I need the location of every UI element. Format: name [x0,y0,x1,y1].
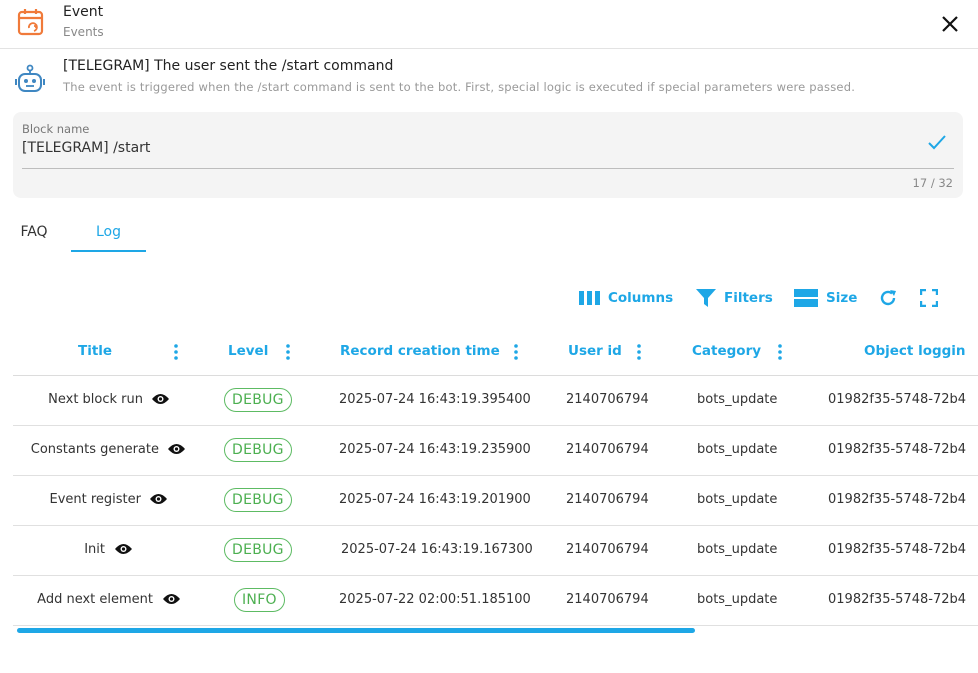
row-title: Event register [49,492,141,507]
size-label: Size [826,290,858,306]
check-icon[interactable] [927,132,947,152]
row-category: bots_update [697,542,778,557]
row-object: 01982f35-5748-72b4 [828,392,967,407]
column-header-category[interactable]: Category [692,330,761,376]
eye-icon[interactable] [162,592,181,606]
eye-icon[interactable] [149,492,168,506]
table-row[interactable]: Next block run DEBUG 2025-07-24 16:43:19… [13,376,978,426]
filters-label: Filters [724,290,773,306]
table-row[interactable]: Event register DEBUG 2025-07-24 16:43:19… [13,476,978,526]
row-user-id: 2140706794 [566,542,649,557]
row-user-id: 2140706794 [566,592,649,607]
filters-button[interactable]: Filters [696,286,773,310]
row-object: 01982f35-5748-72b4 [828,492,967,507]
calendar-sync-icon [17,9,44,36]
row-time: 2025-07-22 02:00:51.185100 [339,592,531,607]
table-toolbar: Columns Filters Size [576,286,978,310]
event-info: [TELEGRAM] The user sent the /start comm… [0,50,978,106]
row-time: 2025-07-24 16:43:19.167300 [341,542,533,557]
tab-faq[interactable]: FAQ [8,212,60,252]
columns-icon [579,291,600,305]
block-name-input[interactable] [22,140,902,156]
row-title: Constants generate [30,442,159,457]
row-time: 2025-07-24 16:43:19.235900 [339,442,531,457]
block-name-label: Block name [22,122,90,136]
fullscreen-icon [920,289,938,307]
row-title: Next block run [48,392,143,407]
density-icon [794,289,818,307]
column-menu-icon[interactable] [283,343,293,361]
row-user-id: 2140706794 [566,442,649,457]
table-header: Title Level Record creation time User id… [13,330,978,376]
eye-icon[interactable] [151,392,170,406]
row-user-id: 2140706794 [566,392,649,407]
row-time: 2025-07-24 16:43:19.395400 [339,392,531,407]
refresh-icon [880,290,896,306]
filter-icon [696,289,716,307]
row-user-id: 2140706794 [566,492,649,507]
row-category: bots_update [697,492,778,507]
level-badge: DEBUG [224,438,292,462]
row-category: bots_update [697,442,778,457]
dialog-title: Event [63,4,104,20]
eye-icon[interactable] [167,442,186,456]
dialog-header: Event Events [0,0,978,49]
level-badge: DEBUG [224,538,292,562]
column-header-user-id[interactable]: User id [568,330,622,376]
level-badge: INFO [234,588,285,612]
row-category: bots_update [697,392,778,407]
column-header-object[interactable]: Object loggin [864,330,966,376]
horizontal-scrollbar[interactable] [17,628,695,633]
table-row[interactable]: Constants generate DEBUG 2025-07-24 16:4… [13,426,978,476]
level-badge: DEBUG [224,488,292,512]
dialog-subtitle: Events [63,25,104,39]
row-object: 01982f35-5748-72b4 [828,542,967,557]
row-object: 01982f35-5748-72b4 [828,592,967,607]
table-row[interactable]: Init DEBUG 2025-07-24 16:43:19.167300 21… [13,526,978,576]
row-title: Init [84,542,105,557]
column-menu-icon[interactable] [775,343,785,361]
robot-icon [15,64,45,92]
column-menu-icon[interactable] [634,343,644,361]
event-description: The event is triggered when the /start c… [63,80,856,94]
row-title: Add next element [37,592,153,607]
log-table: Title Level Record creation time User id… [13,330,978,630]
size-button[interactable]: Size [794,286,857,310]
row-time: 2025-07-24 16:43:19.201900 [339,492,531,507]
table-row[interactable]: Add next element INFO 2025-07-22 02:00:5… [13,576,978,626]
eye-icon[interactable] [114,542,133,556]
event-title: [TELEGRAM] The user sent the /start comm… [63,58,394,74]
fullscreen-button[interactable] [920,286,946,310]
column-header-title[interactable]: Title [78,330,112,376]
column-menu-icon[interactable] [171,343,181,361]
row-category: bots_update [697,592,778,607]
columns-label: Columns [608,290,674,306]
close-icon[interactable] [938,12,962,36]
column-header-level[interactable]: Level [228,330,268,376]
row-object: 01982f35-5748-72b4 [828,442,967,457]
columns-button[interactable]: Columns [579,286,673,310]
column-menu-icon[interactable] [511,343,521,361]
block-name-field: Block name 17 / 32 [13,112,963,198]
field-underline [22,168,954,169]
tab-bar: FAQ Log [0,212,400,252]
tab-log[interactable]: Log [71,212,146,252]
level-badge: DEBUG [224,388,292,412]
column-header-time[interactable]: Record creation time [340,330,500,376]
char-counter: 17 / 32 [912,176,953,190]
refresh-button[interactable] [878,286,906,310]
